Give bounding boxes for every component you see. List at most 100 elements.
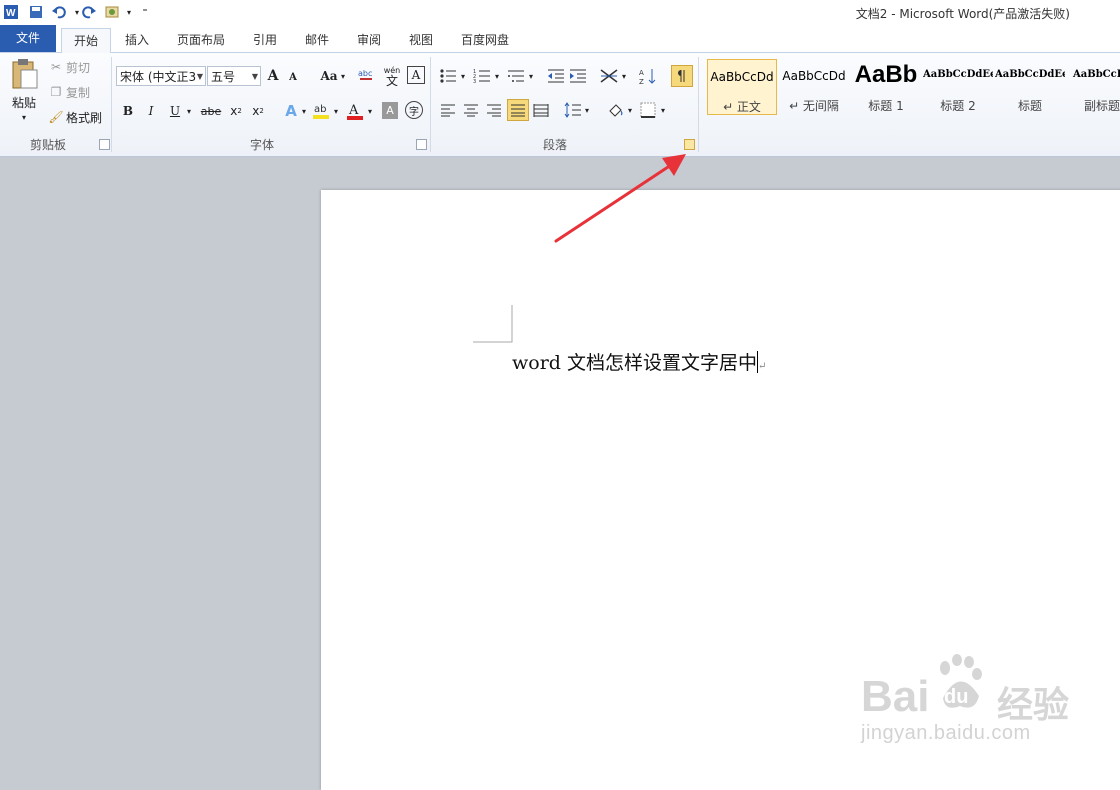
phonetic-guide-icon[interactable]: wén 文 xyxy=(381,65,403,87)
font-launcher-icon[interactable] xyxy=(416,139,427,150)
borders-icon[interactable] xyxy=(638,100,658,120)
style-sample: AaBbCcDd xyxy=(710,70,774,84)
tab-home[interactable]: 开始 xyxy=(61,28,111,53)
copy-icon[interactable]: ❐ xyxy=(48,84,64,100)
italic-button[interactable]: I xyxy=(143,102,159,120)
style-normal[interactable]: AaBbCcDd ↵ 正文 xyxy=(707,59,777,115)
sort-icon[interactable]: AZ xyxy=(638,66,658,86)
distributed-icon[interactable] xyxy=(531,100,551,120)
chevron-down-icon[interactable]: ▾ xyxy=(620,69,628,83)
style-sample: AaBbCcDd xyxy=(782,69,846,83)
chevron-down-icon[interactable]: ▾ xyxy=(659,103,667,117)
style-subtitle[interactable]: AaBbCcDd 副标题 xyxy=(1067,59,1120,115)
chinese-layout-icon[interactable] xyxy=(598,67,620,85)
subscript-button[interactable]: x2 xyxy=(228,102,244,120)
numbering-icon[interactable]: 123 xyxy=(472,67,492,85)
justify-icon[interactable] xyxy=(507,99,529,121)
style-title[interactable]: AaBbCcDdEe 标题 xyxy=(995,59,1065,115)
redo-icon[interactable] xyxy=(80,3,98,21)
format-painter-button[interactable]: 格式刷 xyxy=(66,109,106,125)
window-title: 文档2 - Microsoft Word(产品激活失败) xyxy=(855,7,1070,21)
bullets-icon[interactable] xyxy=(438,67,458,85)
group-divider xyxy=(698,57,699,152)
font-size-value: 五号 xyxy=(211,70,236,84)
enclose-characters-icon[interactable]: 字 xyxy=(405,101,423,119)
chevron-down-icon: ▼ xyxy=(196,72,203,81)
copy-button[interactable]: 复制 xyxy=(66,84,96,100)
character-shading-icon[interactable]: A xyxy=(382,102,398,119)
font-color-icon[interactable]: A xyxy=(346,101,364,121)
superscript-x: x xyxy=(252,104,260,118)
clear-format-icon[interactable]: abc xyxy=(357,67,375,85)
style-name: 标题 xyxy=(1017,99,1042,113)
tab-review[interactable]: 审阅 xyxy=(347,28,391,52)
increase-indent-icon[interactable] xyxy=(568,67,588,85)
document-body-text[interactable]: word 文档怎样设置文字居中↵ xyxy=(512,348,766,375)
cut-icon[interactable]: ✂ xyxy=(48,59,64,75)
paste-dropdown-icon[interactable]: ▾ xyxy=(18,111,30,123)
chevron-down-icon[interactable]: ▾ xyxy=(493,69,501,83)
shading-icon[interactable] xyxy=(605,100,625,120)
style-heading-1[interactable]: AaBb 标题 1 xyxy=(851,59,921,115)
svg-text:abc: abc xyxy=(358,69,372,78)
tab-insert[interactable]: 插入 xyxy=(113,28,161,52)
subscript-2: 2 xyxy=(237,107,242,115)
style-sample: AaBb xyxy=(854,61,918,88)
tab-file[interactable]: 文件 xyxy=(0,25,56,52)
multilevel-list-icon[interactable] xyxy=(506,67,526,85)
show-formatting-marks-icon[interactable] xyxy=(671,65,693,87)
superscript-2: 2 xyxy=(259,107,264,115)
subscript-x: x xyxy=(230,104,238,118)
font-size-select[interactable]: 五号 ▼ xyxy=(207,66,261,86)
font-group-label: 字体 xyxy=(249,138,274,152)
highlight-icon[interactable]: ab xyxy=(312,101,330,121)
quick-access-menu-icon[interactable]: ⁼ xyxy=(136,3,154,21)
font-name-select[interactable]: 宋体 (中文正3 ▼ xyxy=(116,66,206,86)
svg-text:W: W xyxy=(6,8,16,19)
cut-button[interactable]: 剪切 xyxy=(66,59,96,75)
tab-baidu-netdisk[interactable]: 百度网盘 xyxy=(452,28,518,52)
chevron-down-icon[interactable]: ▾ xyxy=(459,69,467,83)
clipboard-launcher-icon[interactable] xyxy=(99,139,110,150)
line-spacing-icon[interactable] xyxy=(563,100,583,120)
chevron-down-icon[interactable]: ▾ xyxy=(366,104,374,118)
svg-text:Z: Z xyxy=(639,78,644,85)
chevron-down-icon[interactable]: ▾ xyxy=(527,69,535,83)
style-no-spacing[interactable]: AaBbCcDd ↵ 无间隔 xyxy=(779,59,849,115)
shrink-font-icon[interactable]: A xyxy=(286,69,300,85)
tab-references[interactable]: 引用 xyxy=(243,28,287,52)
tab-view[interactable]: 视图 xyxy=(399,28,443,52)
svg-text:3: 3 xyxy=(473,79,476,84)
chevron-down-icon[interactable]: ▾ xyxy=(339,69,347,83)
align-center-icon[interactable] xyxy=(461,100,481,120)
format-painter-icon[interactable]: 🖌 xyxy=(48,109,64,125)
undo-icon[interactable] xyxy=(50,3,68,21)
save-icon[interactable] xyxy=(27,3,45,21)
chevron-down-icon[interactable]: ▾ xyxy=(332,104,340,118)
chevron-down-icon[interactable]: ▾ xyxy=(583,103,591,117)
tab-mailings[interactable]: 邮件 xyxy=(295,28,339,52)
text-effects-icon[interactable]: A xyxy=(282,102,300,120)
align-right-icon[interactable] xyxy=(484,100,504,120)
chevron-down-icon[interactable]: ▾ xyxy=(185,104,193,118)
decrease-indent-icon[interactable] xyxy=(546,67,566,85)
style-heading-2[interactable]: AaBbCcDdEe 标题 2 xyxy=(923,59,993,115)
chevron-down-icon[interactable]: ▾ xyxy=(300,104,308,118)
character-border-icon[interactable]: A xyxy=(407,66,425,84)
watermark-brand: Bai xyxy=(861,672,930,721)
chevron-down-icon[interactable]: ▾ xyxy=(626,103,634,117)
change-case-icon[interactable]: Aa xyxy=(318,67,340,85)
strikethrough-button[interactable]: abe xyxy=(200,102,222,120)
grow-font-icon[interactable]: A xyxy=(265,67,281,85)
tab-page-layout[interactable]: 页面布局 xyxy=(168,28,234,52)
word-logo-icon[interactable]: W xyxy=(2,3,20,21)
paste-icon[interactable] xyxy=(6,57,42,91)
paste-button[interactable]: 粘贴 xyxy=(6,93,42,111)
bold-button[interactable]: B xyxy=(120,102,136,120)
underline-button[interactable]: U xyxy=(167,102,183,120)
superscript-button[interactable]: x2 xyxy=(250,102,266,120)
align-left-icon[interactable] xyxy=(438,100,458,120)
title-bar: W ▾ ▾ ⁼ 文档2 - Microsoft Word(产品激活失败) xyxy=(0,0,1120,25)
ribbon-tabs: 文件 开始 插入 页面布局 引用 邮件 审阅 视图 百度网盘 xyxy=(0,25,1120,53)
document-page[interactable]: word 文档怎样设置文字居中↵ Bai du 经验 jingyan.baidu… xyxy=(321,190,1120,790)
